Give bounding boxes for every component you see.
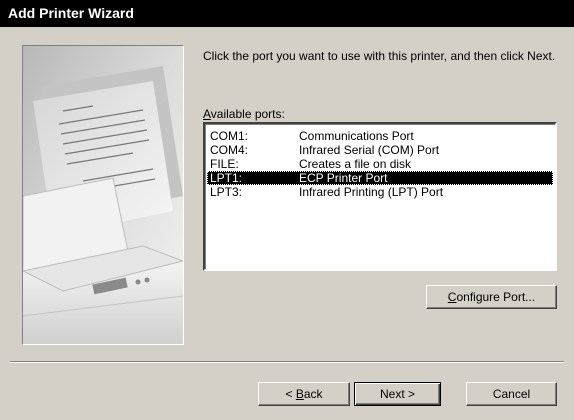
port-name: LPT3: [210,185,243,199]
port-description: Infrared Serial (COM) Port [299,143,440,157]
ports-label-mnemonic: A [203,107,211,121]
list-item-file[interactable]: FILE: Creates a file on disk [207,157,553,171]
cancel-button[interactable]: Cancel [466,382,557,406]
add-printer-wizard-window: Add Printer Wizard Click the port you wa… [0,0,574,420]
title-bar[interactable]: Add Printer Wizard [0,0,574,27]
list-item-lpt3[interactable]: LPT3: Infrared Printing (LPT) Port [207,185,553,199]
back-label-rest: ack [303,387,323,401]
configure-port-button[interactable]: Configure Port... [426,285,557,309]
back-mnemonic: B [295,387,304,401]
port-description: Communications Port [299,129,414,143]
port-description: Infrared Printing (LPT) Port [299,185,444,199]
list-item-lpt1[interactable]: LPT1: ECP Printer Port [207,171,553,185]
printer-illustration [22,45,184,345]
configure-label-rest: onfigure Port... [456,290,536,304]
available-ports-label: Available ports: [203,107,285,121]
available-ports-list[interactable]: COM1: Communications Port COM4: Infrared… [203,122,557,271]
list-item-com1[interactable]: COM1: Communications Port [207,129,553,143]
next-button[interactable]: Next > [354,382,441,406]
printer-illustration-graphic [23,46,183,344]
port-name: FILE: [210,157,239,171]
back-button[interactable]: < Back [258,382,350,406]
port-name: COM4: [210,143,249,157]
port-name: COM1: [210,129,249,143]
list-item-com4[interactable]: COM4: Infrared Serial (COM) Port [207,143,553,157]
button-separator [10,361,564,363]
ports-label-rest: vailable ports: [210,107,285,121]
instructions-text: Click the port you want to use with this… [203,49,556,63]
back-label-prefix: < [285,387,296,401]
port-description: Creates a file on disk [299,157,412,171]
port-description: ECP Printer Port [299,171,388,185]
port-name: LPT1: [210,171,243,185]
